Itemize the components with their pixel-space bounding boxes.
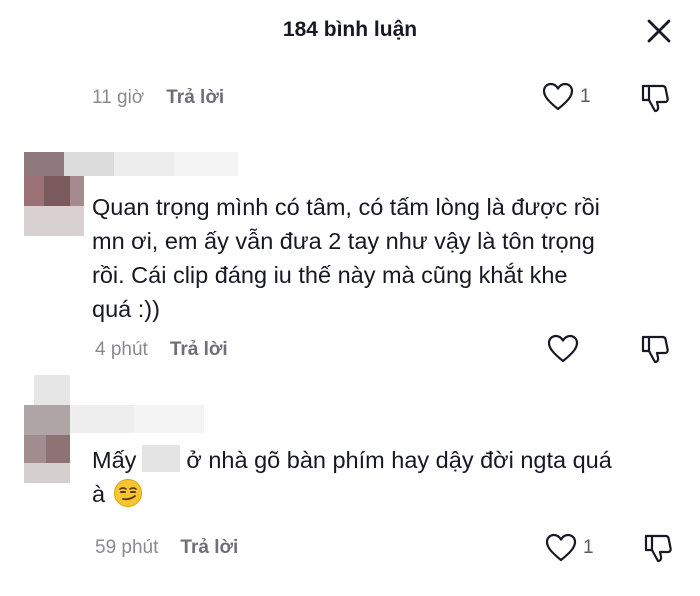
comment-time: 59 phút <box>95 537 159 558</box>
heart-outline-icon <box>545 533 577 562</box>
like-count: 1 <box>580 86 591 107</box>
comment-text: Mấy ở nhà gõ bàn phím hay dậy đời ngta qu… <box>92 443 612 511</box>
comment-text-segment: Mấy <box>92 447 137 473</box>
like-button[interactable]: 1 <box>545 533 594 563</box>
comment-line: rồi. Cái clip đáng iu thế này mà cũng kh… <box>92 262 568 288</box>
comment-line: quá :)) <box>92 296 160 322</box>
reply-button[interactable]: Trả lời <box>166 87 224 109</box>
dislike-button[interactable] <box>643 532 673 569</box>
like-count: 1 <box>583 537 594 558</box>
comment-text: Quan trọng mình có tâm, có tấm lòng là đ… <box>92 190 600 326</box>
comment-line: Mấy ở nhà gõ bàn phím hay dậy đời ngta qu… <box>92 443 612 477</box>
smirk-emoji <box>114 479 143 507</box>
like-button[interactable] <box>547 334 579 364</box>
heart-outline-icon <box>547 334 579 363</box>
comment-meta-row: 11 giờ Trả lời <box>92 87 224 109</box>
comments-count-title: 184 bình luận <box>282 18 418 41</box>
comment-line: à <box>92 477 612 511</box>
reply-button[interactable]: Trả lời <box>170 339 228 361</box>
like-button[interactable]: 1 <box>542 82 591 112</box>
reply-button[interactable]: Trả lời <box>180 537 238 559</box>
comment-line: mn ơi, em ấy vẫn đưa 2 tay như vậy là tô… <box>92 228 595 254</box>
censored-word-block <box>142 445 181 472</box>
comment-time: 11 giờ <box>92 87 145 108</box>
close-icon <box>647 19 671 43</box>
comment-text-segment: à <box>92 481 106 507</box>
close-button[interactable] <box>646 18 672 44</box>
comment-meta-row: 4 phút Trả lời <box>95 339 228 361</box>
thumbs-down-icon <box>641 335 669 364</box>
comment-time: 4 phút <box>95 339 148 360</box>
thumbs-down-icon <box>641 84 669 113</box>
comment-line: Quan trọng mình có tâm, có tấm lòng là đ… <box>92 194 600 220</box>
heart-outline-icon <box>542 82 574 111</box>
thumbs-down-icon <box>644 534 672 563</box>
dislike-button[interactable] <box>640 82 670 119</box>
comment-text-segment: ở nhà gõ bàn phím hay dậy đời ngta quá <box>186 447 612 473</box>
dislike-button[interactable] <box>640 333 670 370</box>
comment-meta-row: 59 phút Trả lời <box>95 537 238 559</box>
